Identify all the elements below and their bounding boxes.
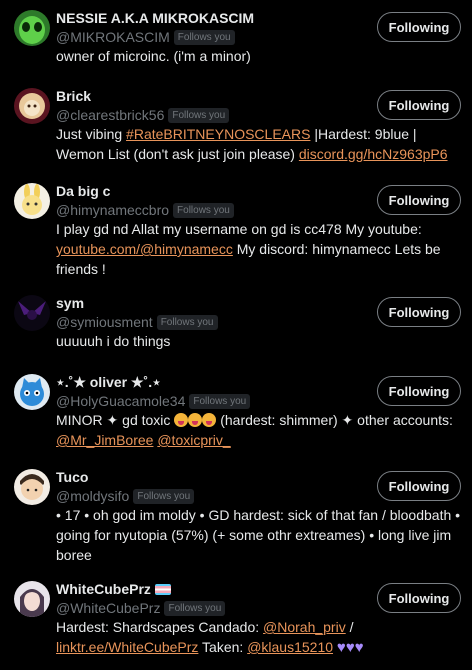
follows-you-badge: Follows you xyxy=(156,314,218,330)
follows-you-badge: Follows you xyxy=(168,107,230,123)
user-cell[interactable]: ⋆.˚★ oliver ★˚.⋆ @HolyGuacamole34 Follow… xyxy=(0,372,472,452)
face-emoji-icon xyxy=(202,413,217,427)
display-name[interactable]: WhiteCubePrz xyxy=(56,581,171,597)
handle[interactable]: @clearestbrick56 xyxy=(56,107,164,123)
bio: Just vibing #RateBRITNEYNOSCLEARS |Harde… xyxy=(56,126,448,162)
mention-link[interactable]: @klaus15210 xyxy=(247,639,333,655)
handle[interactable]: @HolyGuacamole34 xyxy=(56,393,185,409)
display-name[interactable]: sym xyxy=(56,295,84,311)
user-cell[interactable]: WhiteCubePrz @WhiteCubePrz Follows you H… xyxy=(0,579,472,669)
purple-heart-icon: ♥ xyxy=(345,639,355,656)
dark-wings-avatar-icon[interactable] xyxy=(14,295,50,331)
follows-you-badge: Follows you xyxy=(133,488,195,504)
bio: MINOR ✦ gd toxic (hardest: shimmer) ✦ ot… xyxy=(56,412,453,448)
handle-line: @clearestbrick56 Follows you xyxy=(56,107,230,123)
bunny-avatar-icon[interactable] xyxy=(14,183,50,219)
follows-you-badge: Follows you xyxy=(164,600,226,616)
youtube-link[interactable]: youtube.com/@himynamecc xyxy=(56,241,233,257)
handle-line: @moldysifo Follows you xyxy=(56,488,195,504)
green-alien-avatar-icon[interactable] xyxy=(14,10,50,46)
bio: • 17 • oh god im moldy • GD hardest: sic… xyxy=(56,507,461,563)
following-button[interactable]: Following xyxy=(377,297,461,327)
hashtag-link[interactable]: #RateBRITNEYNOSCLEARS xyxy=(126,126,310,142)
mention-link[interactable]: @Norah_priv xyxy=(263,619,346,635)
display-name[interactable]: Da big c xyxy=(56,183,110,199)
handle[interactable]: @WhiteCubePrz xyxy=(56,600,160,616)
display-name[interactable]: NESSIE A.K.A MIKROKASCIM xyxy=(56,10,254,26)
handle[interactable]: @moldysifo xyxy=(56,488,129,504)
following-button[interactable]: Following xyxy=(377,185,461,215)
handle[interactable]: @himynameccbro xyxy=(56,202,169,218)
lion-avatar-icon[interactable] xyxy=(14,88,50,124)
handle-line: @himynameccbro Follows you xyxy=(56,202,234,218)
bio: Hardest: Shardscapes Candado: @Norah_pri… xyxy=(56,619,364,656)
user-cell[interactable]: NESSIE A.K.A MIKROKASCIM @MIKROKASCIM Fo… xyxy=(0,8,472,80)
follows-you-badge: Follows you xyxy=(189,393,251,409)
handle[interactable]: @MIKROKASCIM xyxy=(56,29,170,45)
bio: I play gd nd Allat my username on gd is … xyxy=(56,221,441,277)
following-button[interactable]: Following xyxy=(377,471,461,501)
user-cell[interactable]: Brick @clearestbrick56 Follows you Just … xyxy=(0,86,472,166)
mention-link[interactable]: @toxicpriv_ xyxy=(157,432,230,448)
display-name[interactable]: Tuco xyxy=(56,469,88,485)
bio: owner of microinc. (i'm a minor) xyxy=(56,48,251,64)
display-name[interactable]: ⋆.˚★ oliver ★˚.⋆ xyxy=(56,374,161,391)
user-cell[interactable]: Da big c @himynameccbro Follows you I pl… xyxy=(0,181,472,281)
following-button[interactable]: Following xyxy=(377,12,461,42)
display-name[interactable]: Brick xyxy=(56,88,91,104)
cat-avatar-icon[interactable] xyxy=(14,374,50,410)
face-emoji-icon xyxy=(188,413,203,427)
anime-girl-avatar-icon[interactable] xyxy=(14,581,50,617)
trans-flag-icon xyxy=(154,584,171,595)
face-emoji-icon xyxy=(174,413,189,427)
handle[interactable]: @symiousment xyxy=(56,314,153,330)
boy-avatar-icon[interactable] xyxy=(14,469,50,505)
handle-line: @HolyGuacamole34 Follows you xyxy=(56,393,251,409)
handle-line: @MIKROKASCIM Follows you xyxy=(56,29,235,45)
handle-line: @WhiteCubePrz Follows you xyxy=(56,600,226,616)
follows-you-badge: Follows you xyxy=(173,202,234,218)
purple-heart-icon: ♥ xyxy=(354,639,364,656)
following-button[interactable]: Following xyxy=(377,583,461,613)
following-button[interactable]: Following xyxy=(377,90,461,120)
following-button[interactable]: Following xyxy=(377,376,461,406)
discord-link[interactable]: discord.gg/hcNz963pP6 xyxy=(299,146,448,162)
mention-link[interactable]: @Mr_JimBoree xyxy=(56,432,153,448)
user-cell[interactable]: Tuco @moldysifo Follows you • 17 • oh go… xyxy=(0,467,472,567)
user-cell[interactable]: sym @symiousment Follows you uuuuuh i do… xyxy=(0,293,472,357)
bio: uuuuuh i do things xyxy=(56,333,171,349)
follows-you-badge: Follows you xyxy=(173,29,235,45)
handle-line: @symiousment Follows you xyxy=(56,314,218,330)
linktree-link[interactable]: linktr.ee/WhiteCubePrz xyxy=(56,639,198,655)
purple-heart-icon: ♥ xyxy=(336,639,346,656)
